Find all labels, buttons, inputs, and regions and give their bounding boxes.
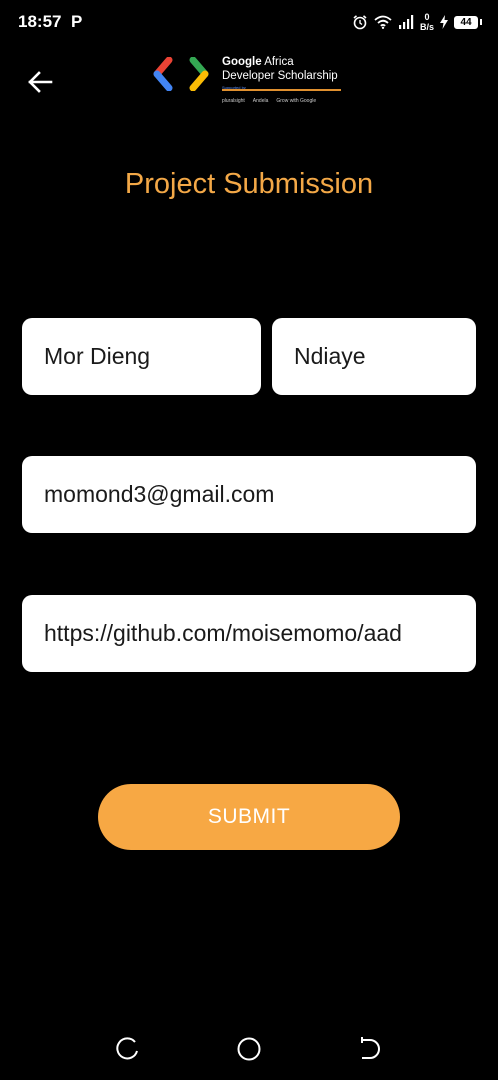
system-nav-bar <box>0 1020 498 1080</box>
first-name-field[interactable] <box>22 318 261 395</box>
first-name-input[interactable] <box>44 343 239 370</box>
project-link-field[interactable] <box>22 595 476 672</box>
network-speed: 0 B/s <box>420 12 434 32</box>
logo-partners: pluralsight Andela Grow with Google <box>222 98 316 104</box>
logo-brand-region: Africa <box>264 56 294 68</box>
back-button[interactable] <box>24 66 56 98</box>
status-icons: 0 B/s 44 <box>352 10 482 34</box>
signal-icon <box>398 15 414 29</box>
logo-brand: Google <box>222 56 262 68</box>
network-speed-unit: B/s <box>419 22 434 32</box>
arrow-left-icon <box>28 71 53 93</box>
partner-google: Grow with Google <box>276 98 317 104</box>
logo-subtitle: Developer Scholarship <box>222 70 338 82</box>
last-name-input[interactable] <box>294 343 454 370</box>
last-name-field[interactable] <box>272 318 476 395</box>
wifi-icon <box>374 15 392 29</box>
charging-icon <box>440 15 448 29</box>
logo-divider <box>222 89 341 91</box>
email-input[interactable] <box>44 481 454 508</box>
battery-level: 44 <box>454 15 478 29</box>
partner-andela: Andela <box>252 98 269 104</box>
submit-button[interactable]: SUBMIT <box>98 784 400 850</box>
partner-pluralsight: pluralsight <box>222 98 245 104</box>
app-notification-icon: P <box>71 12 83 31</box>
page-title: Project Submission <box>124 168 374 200</box>
project-link-input[interactable] <box>44 620 456 647</box>
alarm-icon <box>353 15 367 30</box>
recent-apps-button[interactable] <box>113 1034 143 1064</box>
nav-back-button[interactable] <box>354 1034 384 1064</box>
home-button[interactable] <box>234 1034 264 1064</box>
network-speed-value: 0 <box>424 12 430 22</box>
logo-text: Google Africa Developer Scholarship <box>222 55 338 83</box>
status-bar: 18:57 P 0 B/s 44 <box>0 0 498 44</box>
email-field[interactable] <box>22 456 476 533</box>
home-icon <box>237 1037 261 1061</box>
back-icon <box>361 1037 380 1059</box>
status-time: 18:57 <box>18 12 62 31</box>
gads-logo: Google Africa Developer Scholarship Supp… <box>153 52 353 112</box>
recent-apps-icon <box>116 1037 138 1060</box>
gads-chevrons-icon <box>153 57 209 91</box>
battery-icon: 44 <box>454 15 482 29</box>
